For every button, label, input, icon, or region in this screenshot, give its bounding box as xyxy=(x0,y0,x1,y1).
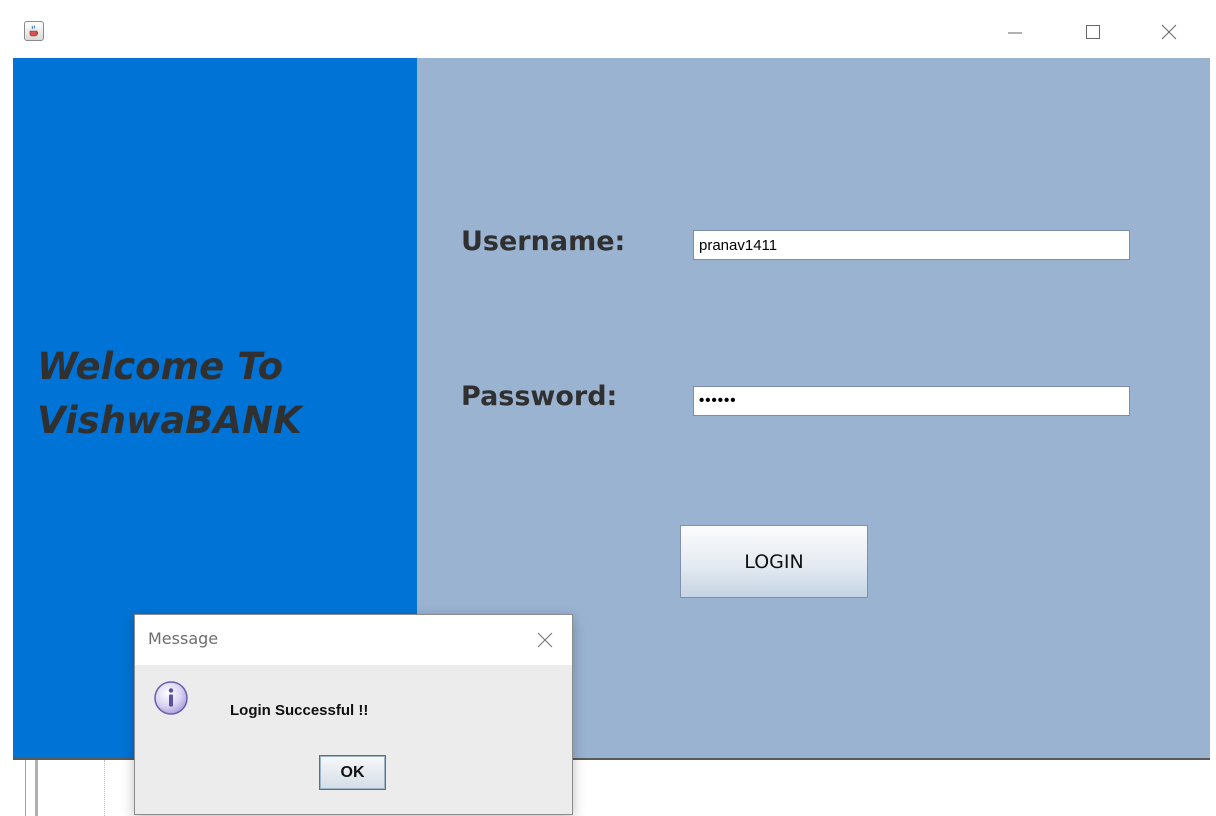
username-input[interactable] xyxy=(693,230,1130,260)
maximize-icon xyxy=(1086,25,1100,39)
dialog-title-bar: Message xyxy=(135,615,572,665)
close-icon xyxy=(537,632,553,648)
welcome-line-1: Welcome To xyxy=(37,345,283,388)
dialog-title: Message xyxy=(148,629,219,648)
password-input[interactable]: •••••• xyxy=(693,386,1130,416)
minimize-button[interactable] xyxy=(992,14,1038,50)
background-divider xyxy=(104,760,105,816)
password-label: Password: xyxy=(461,381,618,412)
background-divider xyxy=(35,760,38,816)
message-dialog: Message Login Successful !! OK xyxy=(134,614,573,815)
ok-button[interactable]: OK xyxy=(319,755,386,790)
close-icon xyxy=(1161,24,1177,40)
background-divider xyxy=(25,760,26,816)
close-button[interactable] xyxy=(1146,14,1192,50)
window-title-bar xyxy=(0,0,1216,58)
minimize-icon xyxy=(1008,32,1022,34)
dialog-message: Login Successful !! xyxy=(230,702,369,719)
dialog-close-button[interactable] xyxy=(530,625,560,655)
maximize-button[interactable] xyxy=(1070,14,1116,50)
login-button[interactable]: LOGIN xyxy=(680,525,868,598)
window-edge xyxy=(1210,58,1216,758)
welcome-line-2: VishwaBANK xyxy=(37,399,302,442)
info-icon xyxy=(152,679,190,717)
welcome-heading: Welcome To VishwaBANK xyxy=(37,340,417,448)
username-label: Username: xyxy=(461,226,626,257)
java-cup-icon[interactable] xyxy=(24,21,44,41)
